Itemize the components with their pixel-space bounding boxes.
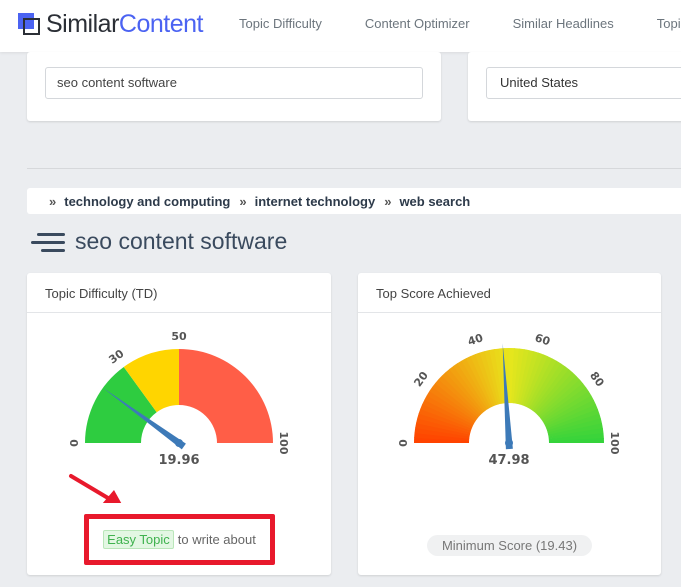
tick-label-100: 100 <box>608 432 621 455</box>
topic-difficulty-card: Topic Difficulty (TD) 0 30 50 100 19.96 … <box>27 273 331 575</box>
top-navbar: SimilarContent Topic Difficulty Content … <box>0 0 681 52</box>
nav-topic[interactable]: Topic <box>657 16 681 31</box>
breadcrumb-item[interactable]: technology and computing <box>64 194 230 209</box>
gauge-needle-pivot <box>505 439 513 447</box>
gauge-value-label: 19.96 <box>158 453 199 468</box>
annotation-arrow-icon <box>69 474 122 503</box>
main-nav: Topic Difficulty Content Optimizer Simil… <box>239 16 681 31</box>
topic-difficulty-title: Topic Difficulty (TD) <box>27 273 331 313</box>
tick-label-100: 100 <box>277 432 290 455</box>
logo-mark-icon <box>18 12 42 37</box>
nav-similar-headlines[interactable]: Similar Headlines <box>513 16 614 31</box>
nav-content-optimizer[interactable]: Content Optimizer <box>365 16 470 31</box>
difficulty-summary-text: to write about <box>177 532 256 547</box>
menu-lines-icon <box>27 231 65 253</box>
tick-label-0: 0 <box>397 439 410 447</box>
gauge-value-label: 47.98 <box>488 453 529 468</box>
top-score-card: Top Score Achieved 0 20 40 60 80 100 47.… <box>358 273 661 575</box>
tick-label-80: 80 <box>587 369 607 389</box>
tick-label-40: 40 <box>466 331 485 348</box>
logo-text: SimilarContent <box>46 10 203 39</box>
breadcrumb-item[interactable]: internet technology <box>255 194 376 209</box>
logo-text-content: Content <box>118 10 204 38</box>
breadcrumb-item[interactable]: web search <box>399 194 470 209</box>
tick-label-60: 60 <box>533 331 552 348</box>
tick-label-30: 30 <box>106 347 126 367</box>
country-card: United States <box>468 52 681 121</box>
minimum-score-pill: Minimum Score (19.43) <box>427 535 592 556</box>
difficulty-summary-box: Easy Topic to write about <box>84 514 275 565</box>
breadcrumb-separator: » <box>239 193 247 209</box>
gauge-needle-pivot <box>175 439 183 447</box>
tick-label-20: 20 <box>411 369 431 389</box>
section-divider <box>27 168 681 169</box>
page-heading: seo content software <box>27 228 287 255</box>
tick-label-0: 0 <box>68 439 81 447</box>
logo-text-similar: Similar <box>46 10 119 38</box>
country-select[interactable]: United States <box>486 67 681 99</box>
easy-topic-badge: Easy Topic <box>103 530 174 549</box>
breadcrumb-separator: » <box>384 193 392 209</box>
top-score-title: Top Score Achieved <box>358 273 661 313</box>
keyword-input[interactable]: seo content software <box>45 67 423 99</box>
top-score-gauge: 0 20 40 60 80 100 47.98 <box>397 331 621 468</box>
breadcrumb: » technology and computing » internet te… <box>27 188 681 214</box>
page-title: seo content software <box>75 228 288 254</box>
keyword-card: seo content software <box>27 52 441 121</box>
tick-label-50: 50 <box>171 330 187 343</box>
breadcrumb-separator: » <box>49 193 57 209</box>
gauge-band-hard <box>179 349 273 443</box>
similar-content-logo[interactable]: SimilarContent <box>18 10 203 39</box>
nav-topic-difficulty[interactable]: Topic Difficulty <box>239 16 322 31</box>
topic-difficulty-gauge: 0 30 50 100 19.96 <box>68 330 290 503</box>
